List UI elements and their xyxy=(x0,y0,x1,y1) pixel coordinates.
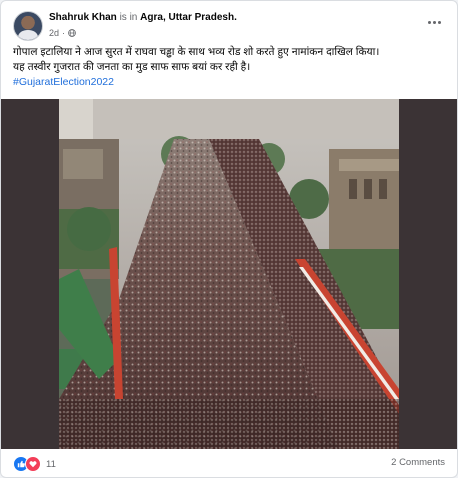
post-text-line-1: गोपाल इटालिया ने आज सुरत में राघवा चड्ढा… xyxy=(13,46,380,58)
crowd-photo-image xyxy=(59,99,399,449)
post-text: गोपाल इटालिया ने आज सुरत में राघवा चड्ढा… xyxy=(13,45,447,90)
post-time[interactable]: 2d xyxy=(49,28,59,38)
post-media[interactable] xyxy=(1,99,457,449)
crowd-photo[interactable] xyxy=(59,99,399,449)
author-name[interactable]: Shahruk Khan xyxy=(49,12,117,23)
reactions-summary[interactable]: 11 xyxy=(13,456,56,472)
post-header: Shahruk Khan is in Agra, Uttar Pradesh. … xyxy=(13,11,445,41)
hashtag-link[interactable]: #GujaratElection2022 xyxy=(13,75,447,90)
comments-count-link[interactable]: 2 Comments xyxy=(391,457,445,468)
more-options-icon[interactable] xyxy=(423,13,445,31)
author-line: Shahruk Khan is in Agra, Uttar Pradesh. xyxy=(49,12,237,23)
post-text-line-2: यह तस्वीर गुजरात की जनता का मुड साफ साफ … xyxy=(13,61,251,73)
globe-icon xyxy=(68,29,76,37)
location-prefix: is in xyxy=(119,12,138,23)
love-icon xyxy=(25,456,41,472)
location-link[interactable]: Agra, Uttar Pradesh. xyxy=(140,12,237,23)
facebook-post: Shahruk Khan is in Agra, Uttar Pradesh. … xyxy=(0,0,458,478)
meta-separator: · xyxy=(62,28,66,38)
post-footer: 11 2 Comments xyxy=(13,456,445,472)
reaction-count: 11 xyxy=(46,458,56,470)
post-meta: 2d · xyxy=(49,28,76,38)
author-avatar[interactable] xyxy=(13,11,43,41)
